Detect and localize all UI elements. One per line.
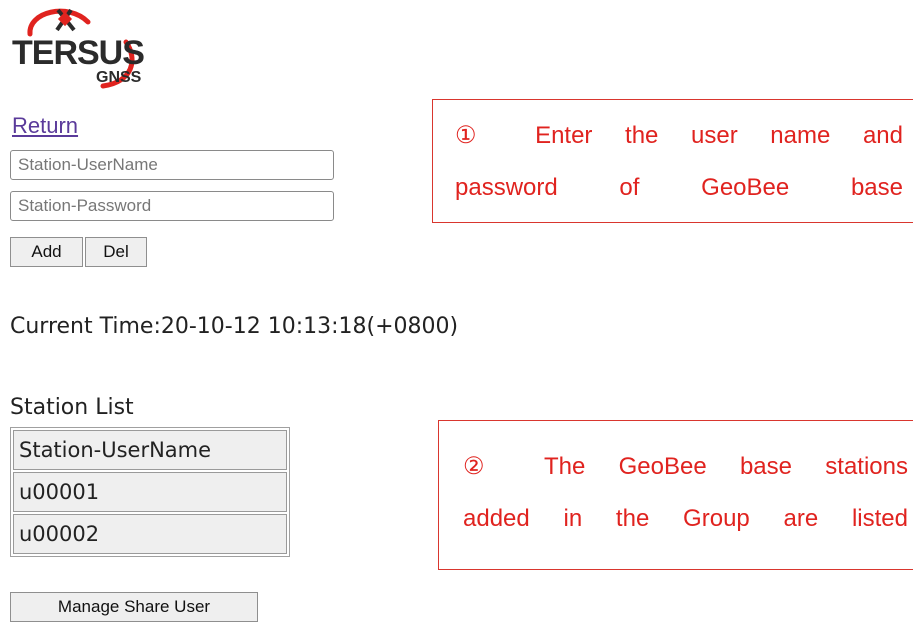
callout-2-line-1: ② The GeoBee base stations: [463, 453, 908, 480]
tersus-logo: TERSUS GNSS: [8, 4, 158, 96]
callout-1-line-1: ① Enter the user name and: [455, 122, 903, 149]
station-list-item[interactable]: u00002: [13, 514, 287, 554]
station-username-input[interactable]: [10, 150, 334, 180]
station-password-input[interactable]: [10, 191, 334, 221]
callout-1-line-2: password of GeoBee base: [455, 174, 903, 201]
return-link[interactable]: Return: [12, 113, 78, 139]
station-list-header: Station-UserName: [13, 430, 287, 470]
station-list-item[interactable]: u00001: [13, 472, 287, 512]
current-time: Current Time:20-10-12 10:13:18(+0800): [10, 314, 459, 339]
logo-sub: GNSS: [96, 69, 142, 86]
callout-2-line-2: added in the Group are listed: [463, 505, 908, 532]
tersus-logo-graphic: TERSUS GNSS: [12, 8, 145, 89]
station-list-title: Station List: [10, 395, 134, 420]
add-button[interactable]: Add: [10, 237, 83, 267]
station-list: Station-UserName u00001 u00002: [10, 427, 290, 557]
del-button[interactable]: Del: [85, 237, 147, 267]
annotation-callout-1: ① Enter the user name and password of Ge…: [432, 99, 913, 223]
manage-share-user-button[interactable]: Manage Share User: [10, 592, 258, 622]
logo-name: TERSUS: [12, 34, 144, 72]
annotation-callout-2: ② The GeoBee base stations added in the …: [438, 420, 913, 570]
